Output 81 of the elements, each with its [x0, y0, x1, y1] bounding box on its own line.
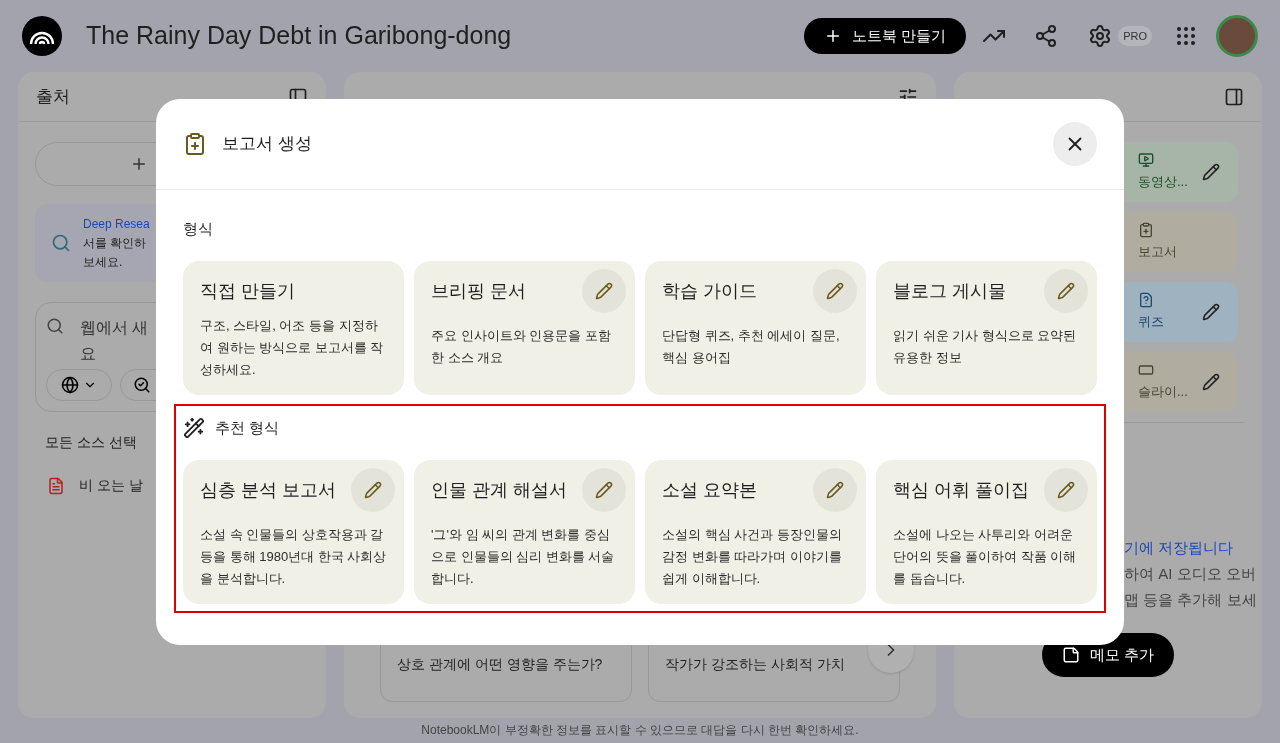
panel-title: 출처: [36, 85, 70, 108]
tile-icon: [1138, 292, 1154, 309]
format-card[interactable]: 인물 관계 해설서 '그'와 임 씨의 관계 변화를 중심으로 인물들의 심리 변화를 서술합니다.: [414, 460, 635, 604]
card-description: 소설의 핵심 사건과 등장인물의 감정 변화를 따라가며 이야기를 쉽게 이해합니다.: [662, 526, 843, 588]
edit-button[interactable]: [813, 468, 857, 512]
card-title: 학습 가이드: [662, 280, 757, 303]
apps-icon[interactable]: [1174, 24, 1198, 48]
pencil-icon: [364, 481, 382, 499]
source-name[interactable]: 비 오는 날: [79, 475, 143, 496]
search-icon: [46, 317, 64, 335]
card-title: 소설 요약본: [662, 479, 757, 502]
notebook-title[interactable]: The Rainy Day Debt in Garibong-dong: [86, 17, 512, 55]
disclaimer: NotebookLM이 부정확한 정보를 표시할 수 있으므로 대답을 다시 한번 확인하세요.: [420, 722, 860, 739]
tile-icon: [1138, 222, 1154, 239]
card-description: 소설 속 인물들의 상호작용과 갈등을 통해 1980년대 한국 사회상을 분석합니다.: [200, 526, 387, 588]
dialog-title: 보고서 생성: [222, 133, 312, 156]
plus-icon: [130, 155, 148, 173]
panel-toggle-icon[interactable]: [1224, 86, 1244, 107]
note-icon: [1061, 646, 1080, 664]
section-title: 추천 형식: [215, 417, 280, 438]
format-card[interactable]: 블로그 게시물 읽기 쉬운 기사 형식으로 요약된 유용한 정보: [876, 261, 1097, 395]
promo-text: 보세요.: [83, 253, 124, 271]
pencil-icon[interactable]: [1202, 303, 1220, 321]
card-description: 주요 인사이트와 인용문을 포함한 소스 개요: [431, 327, 612, 367]
notes-text: 기에 저장됩니다: [1124, 538, 1235, 558]
pdf-icon: [47, 476, 65, 495]
pencil-icon: [826, 282, 844, 300]
section-title: 형식: [183, 218, 213, 239]
format-card[interactable]: 심층 분석 보고서 소설 속 인물들의 상호작용과 갈등을 통해 1980년대 한국 사회상을 분석합니다.: [183, 460, 404, 604]
edit-button[interactable]: [1044, 468, 1088, 512]
format-card[interactable]: 브리핑 문서 주요 인사이트와 인용문을 포함한 소스 개요: [414, 261, 635, 395]
edit-button[interactable]: [351, 468, 395, 512]
card-title: 브리핑 문서: [431, 280, 526, 303]
card-title: 핵심 어휘 풀이집: [893, 479, 1029, 502]
card-description: 단답형 퀴즈, 추천 에세이 질문, 핵심 용어집: [662, 327, 841, 367]
search-placeholder: 요: [80, 344, 97, 364]
format-card[interactable]: 핵심 어휘 풀이집 소설에 나오는 사투리와 어려운 단어의 뜻을 풀이하여 작품 이해를 돕습니다.: [876, 460, 1097, 604]
card-title: 심층 분석 보고서: [200, 479, 336, 502]
avatar[interactable]: [1216, 15, 1258, 57]
format-card[interactable]: 직접 만들기 구조, 스타일, 어조 등을 지정하여 원하는 방식으로 보고서를 작성하세요.: [183, 261, 404, 395]
edit-button[interactable]: [1044, 269, 1088, 313]
plus-icon: [824, 27, 842, 45]
pencil-icon[interactable]: [1202, 373, 1220, 391]
close-button[interactable]: [1053, 122, 1097, 166]
edit-button[interactable]: [582, 468, 626, 512]
globe-icon: [61, 376, 79, 394]
app-logo-icon[interactable]: [22, 16, 62, 56]
report-icon: [183, 132, 207, 156]
search-spark-icon: [133, 376, 151, 394]
card-title: 직접 만들기: [200, 280, 295, 303]
pencil-icon: [1057, 282, 1075, 300]
magic-wand-icon: [183, 417, 205, 439]
plan-badge: PRO: [1118, 25, 1152, 47]
pencil-icon: [1057, 481, 1075, 499]
tile-label: 퀴즈: [1138, 313, 1164, 332]
card-description: '그'와 임 씨의 관계 변화를 중심으로 인물들의 심리 변화를 서술합니다.: [431, 526, 616, 588]
tile-label: 동영상...: [1138, 173, 1188, 192]
card-title: 인물 관계 해설서: [431, 479, 567, 502]
edit-button[interactable]: [813, 269, 857, 313]
notes-text: 맵 등을 추가해 보세: [1124, 590, 1258, 610]
edit-button[interactable]: [582, 269, 626, 313]
card-title: 블로그 게시물: [893, 280, 1006, 303]
format-card[interactable]: 소설 요약본 소설의 핵심 사건과 등장인물의 감정 변화를 따라가며 이야기를 쉽게 이해합니다.: [645, 460, 866, 604]
tile-label: 보고서: [1138, 243, 1177, 262]
card-description: 소설에 나오는 사투리와 어려운 단어의 뜻을 풀이하여 작품 이해를 돕습니다.: [893, 526, 1078, 588]
pencil-icon[interactable]: [1202, 163, 1220, 181]
card-description: 구조, 스타일, 어조 등을 지정하여 원하는 방식으로 보고서를 작성하세요.: [200, 317, 385, 379]
new-notebook-button[interactable]: 노트북 만들기: [804, 18, 967, 54]
promo-text: 서를 확인하: [83, 234, 148, 252]
settings-icon[interactable]: [1088, 24, 1113, 48]
select-all-label: 모든 소스 선택: [44, 433, 138, 452]
pencil-icon: [595, 282, 613, 300]
search-placeholder: 웹에서 새: [80, 318, 149, 338]
pencil-icon: [595, 481, 613, 499]
tile-label: 슬라이...: [1138, 383, 1188, 402]
pencil-icon: [826, 481, 844, 499]
tile-icon: [1138, 152, 1154, 169]
format-card[interactable]: 학습 가이드 단답형 퀴즈, 추천 에세이 질문, 핵심 용어집: [645, 261, 866, 395]
notes-text: 하여 AI 오디오 오버: [1124, 564, 1257, 584]
magnifier-icon: [51, 233, 71, 253]
share-icon[interactable]: [1034, 24, 1059, 48]
